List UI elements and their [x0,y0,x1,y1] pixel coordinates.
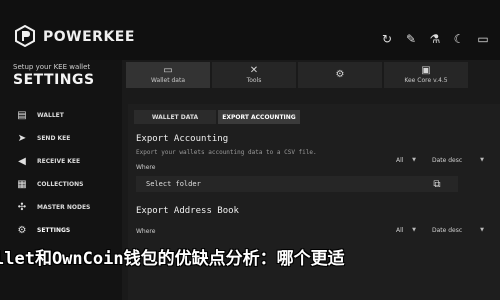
sort-value: Date desc [432,226,463,234]
tab-kee-core[interactable]: ▣ Kee Core v.4.5 [384,62,468,88]
tab-tools[interactable]: ✕ Tools [212,62,296,88]
folder-open-icon[interactable]: ⧉ [430,177,444,191]
export-accounting-description: Export your wallets accounting data to a… [136,149,317,156]
settings-panel: WALLET DATA EXPORT ACCOUNTING Export Acc… [128,104,500,300]
export-accounting-title: Export Accounting [136,134,229,144]
send-icon: ➤ [17,133,27,144]
overlay-headline-text: llet和OwnCoin钱包的优缺点分析：哪个更适 [0,249,345,269]
tab-label: Wallet data [150,77,186,84]
refresh-icon[interactable]: ↻ [378,30,396,48]
sidebar-item-label: RECEIVE KEE [37,158,81,165]
tools-icon: ✕ [249,65,259,76]
sort-select[interactable]: Date desc ▼ [428,224,488,236]
sidebar-item-label: COLLECTIONS [37,181,84,188]
moon-icon[interactable]: ☾ [450,30,468,48]
tab-wallet-data[interactable]: ▭ Wallet data [126,62,210,88]
settings-icon: ⚙ [17,225,27,236]
powerkee-logo-icon [14,24,36,48]
sidebar-item-receive[interactable]: ◀ RECEIVE KEE [0,150,122,173]
app-header: POWERKEE ↻ ✎ ⚗ ☾ ▭ [0,0,500,60]
sort-value: Date desc [432,156,463,164]
subtab-wallet-data[interactable]: WALLET DATA [134,110,216,124]
sidebar-item-collections[interactable]: ▦ COLLECTIONS [0,173,122,196]
sidebar-item-settings[interactable]: ⚙ SETTINGS [0,219,122,242]
chevron-down-icon: ▼ [412,157,416,163]
sidebar-item-label: WALLET [37,112,64,119]
folder-input[interactable]: Select folder [136,176,458,192]
sidebar-item-masternodes[interactable]: ✣ MASTER NODES [0,196,122,219]
tab-label: Tools [246,77,262,84]
chevron-down-icon: ▼ [480,227,484,233]
filter-select[interactable]: All ▼ [392,154,420,166]
wallet-icon: ▤ [17,110,27,121]
filter-select[interactable]: All ▼ [392,224,420,236]
chevron-down-icon: ▼ [480,157,484,163]
receive-icon: ◀ [18,156,26,167]
where-label: Where [136,228,156,235]
sidebar-title: SETTINGS [13,72,95,88]
gear-icon: ⚙ [335,68,345,80]
subtab-export-accounting[interactable]: EXPORT ACCOUNTING [218,110,300,124]
window-icon[interactable]: ▭ [474,30,492,48]
folder-placeholder: Select folder [146,180,201,188]
filter-value: All [396,156,404,164]
sidebar-item-send[interactable]: ➤ SEND KEE [0,127,122,150]
folder-icon: ▭ [163,65,173,76]
chevron-down-icon: ▼ [412,227,416,233]
sidebar-item-wallet[interactable]: ▤ WALLET [0,104,122,127]
where-label: Where [136,164,156,171]
export-address-book-title: Export Address Book [136,206,239,216]
sort-select[interactable]: Date desc ▼ [428,154,488,166]
info-icon: ▣ [421,65,431,76]
flask-icon[interactable]: ⚗ [426,30,444,48]
masternodes-icon: ✣ [17,202,27,213]
filter-value: All [396,226,404,234]
sidebar-item-label: SETTINGS [37,227,71,234]
pin-icon[interactable]: ✎ [402,30,420,48]
tab-settings[interactable]: ⚙ [298,62,382,88]
collections-icon: ▦ [17,179,27,190]
brand-name: POWERKEE [43,29,135,45]
sidebar-subtitle: Setup your KEE wallet [13,63,91,71]
tab-label: Kee Core v.4.5 [404,77,448,84]
sidebar-item-label: MASTER NODES [37,204,91,211]
overlay-headline: llet和OwnCoin钱包的优缺点分析：哪个更适 [0,240,500,270]
sidebar-item-label: SEND KEE [37,135,71,142]
